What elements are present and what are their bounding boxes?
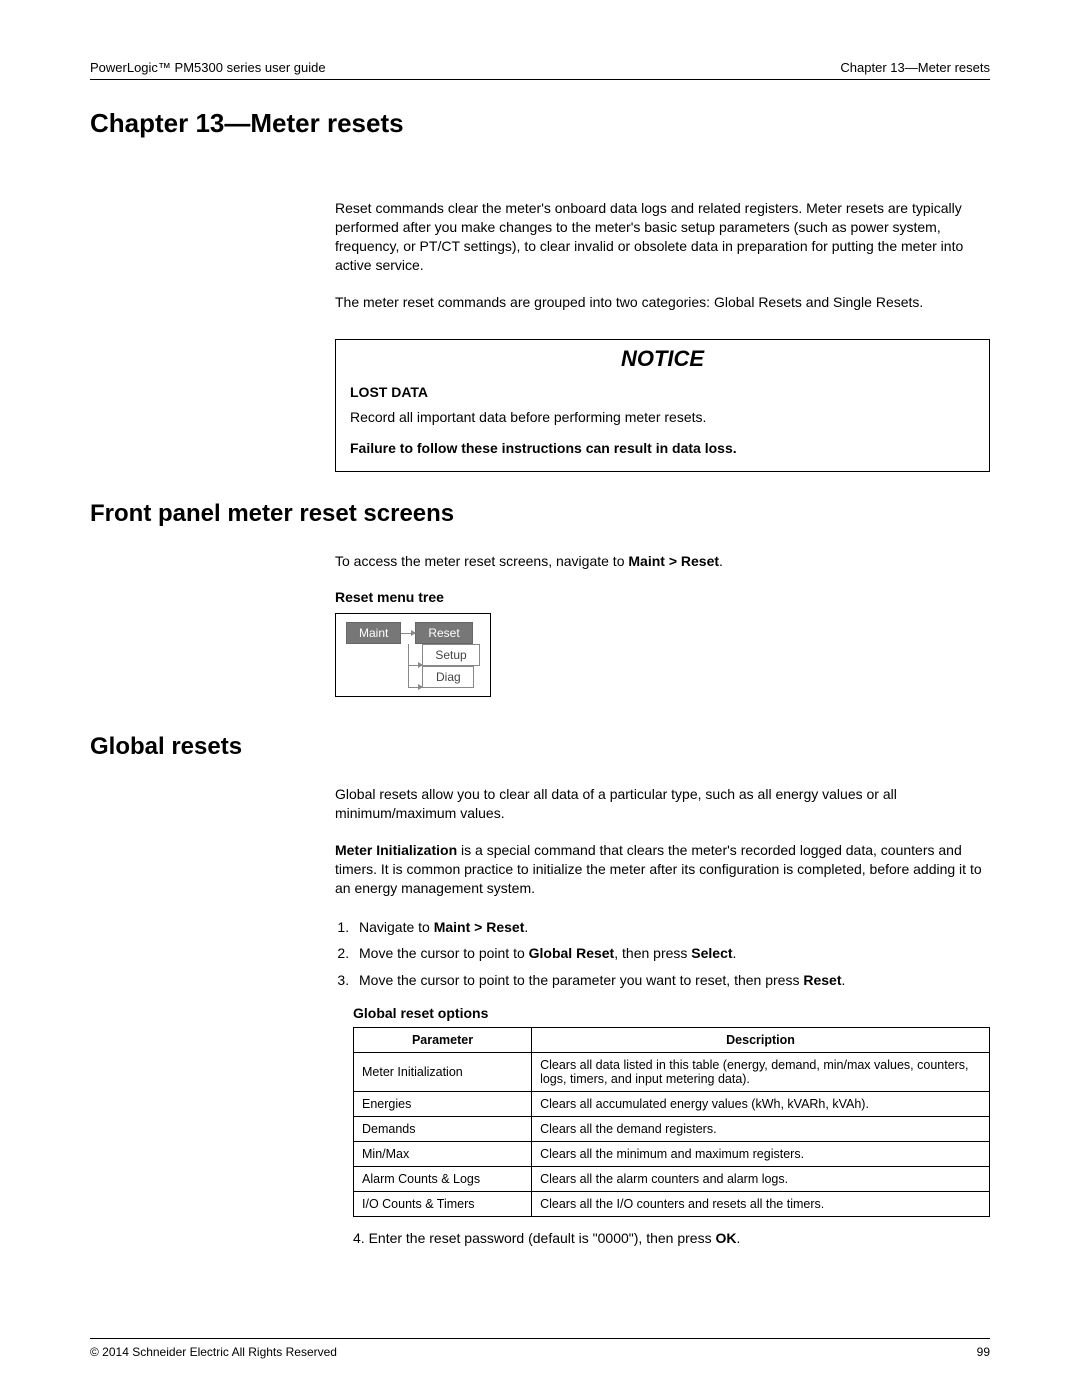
intro-paragraph-2: The meter reset commands are grouped int…: [335, 293, 990, 312]
step-3-prefix: Move the cursor to point to the paramete…: [359, 972, 803, 988]
menu-node-maint: Maint: [346, 622, 401, 644]
table-row: Min/MaxClears all the minimum and maximu…: [354, 1141, 990, 1166]
notice-text: Record all important data before perform…: [350, 407, 975, 428]
global-resets-p2-bold: Meter Initialization: [335, 842, 457, 858]
intro-paragraph-1: Reset commands clear the meter's onboard…: [335, 199, 990, 275]
step-2-bold1: Global Reset: [529, 945, 615, 961]
menu-node-reset: Reset: [415, 622, 472, 644]
step-1-prefix: Navigate to: [359, 919, 434, 935]
notice-box: NOTICE LOST DATA Record all important da…: [335, 339, 990, 472]
table-cell-param: I/O Counts & Timers: [354, 1191, 532, 1216]
page-footer: © 2014 Schneider Electric All Rights Res…: [90, 1338, 990, 1359]
step-1-suffix: .: [524, 919, 528, 935]
menu-node-setup: Setup: [422, 644, 479, 666]
global-resets-p1: Global resets allow you to clear all dat…: [335, 785, 990, 823]
table-cell-desc: Clears all the alarm counters and alarm …: [532, 1166, 990, 1191]
step-4: 4. Enter the reset password (default is …: [353, 1227, 990, 1249]
front-panel-intro: To access the meter reset screens, navig…: [335, 552, 990, 571]
table-cell-desc: Clears all the minimum and maximum regis…: [532, 1141, 990, 1166]
step-2-mid: , then press: [614, 945, 691, 961]
notice-subhead: LOST DATA: [350, 382, 975, 403]
section-global-resets-title: Global resets: [90, 733, 990, 761]
table-header-parameter: Parameter: [354, 1027, 532, 1052]
step-3-suffix: .: [841, 972, 845, 988]
table-cell-desc: Clears all accumulated energy values (kW…: [532, 1091, 990, 1116]
table-cell-param: Energies: [354, 1091, 532, 1116]
step-2: Move the cursor to point to Global Reset…: [353, 942, 990, 964]
front-panel-intro-prefix: To access the meter reset screens, navig…: [335, 553, 628, 569]
table-cell-param: Meter Initialization: [354, 1052, 532, 1091]
notice-warning: Failure to follow these instructions can…: [350, 438, 975, 459]
global-reset-steps: Navigate to Maint > Reset. Move the curs…: [353, 916, 990, 991]
page-header: PowerLogic™ PM5300 series user guide Cha…: [90, 60, 990, 80]
notice-title: NOTICE: [336, 340, 989, 378]
step-4-bold: OK: [715, 1230, 736, 1246]
footer-copyright: © 2014 Schneider Electric All Rights Res…: [90, 1345, 337, 1359]
footer-page-number: 99: [977, 1345, 990, 1359]
step-2-suffix: .: [733, 945, 737, 961]
chapter-title: Chapter 13—Meter resets: [90, 108, 990, 139]
table-cell-desc: Clears all the I/O counters and resets a…: [532, 1191, 990, 1216]
table-row: Alarm Counts & LogsClears all the alarm …: [354, 1166, 990, 1191]
table-header-description: Description: [532, 1027, 990, 1052]
table-cell-param: Alarm Counts & Logs: [354, 1166, 532, 1191]
table-cell-param: Demands: [354, 1116, 532, 1141]
connector-icon: [401, 633, 415, 634]
step-2-prefix: Move the cursor to point to: [359, 945, 529, 961]
step-3-bold: Reset: [803, 972, 841, 988]
front-panel-intro-bold: Maint > Reset: [628, 553, 719, 569]
step-3: Move the cursor to point to the paramete…: [353, 969, 990, 991]
figure-caption-menu-tree: Reset menu tree: [335, 589, 990, 605]
step-4-suffix: .: [736, 1230, 740, 1246]
step-1: Navigate to Maint > Reset.: [353, 916, 990, 938]
table-cell-param: Min/Max: [354, 1141, 532, 1166]
menu-node-diag: Diag: [422, 666, 474, 688]
table-row: Meter InitializationClears all data list…: [354, 1052, 990, 1091]
global-reset-table: Parameter Description Meter Initializati…: [353, 1027, 990, 1217]
step-4-prefix: 4. Enter the reset password (default is …: [353, 1230, 715, 1246]
header-left: PowerLogic™ PM5300 series user guide: [90, 60, 326, 75]
step-2-bold2: Select: [691, 945, 732, 961]
table-cell-desc: Clears all data listed in this table (en…: [532, 1052, 990, 1091]
front-panel-intro-suffix: .: [719, 553, 723, 569]
global-resets-p2: Meter Initialization is a special comman…: [335, 841, 990, 898]
table-row: EnergiesClears all accumulated energy va…: [354, 1091, 990, 1116]
table-row: I/O Counts & TimersClears all the I/O co…: [354, 1191, 990, 1216]
menu-tree-figure: Maint Reset Setup Diag: [335, 613, 491, 697]
table-row: DemandsClears all the demand registers.: [354, 1116, 990, 1141]
table-cell-desc: Clears all the demand registers.: [532, 1116, 990, 1141]
section-front-panel-title: Front panel meter reset screens: [90, 500, 990, 528]
header-right: Chapter 13—Meter resets: [840, 60, 990, 75]
table-caption-global-reset: Global reset options: [353, 1005, 990, 1021]
step-1-bold: Maint > Reset: [434, 919, 525, 935]
